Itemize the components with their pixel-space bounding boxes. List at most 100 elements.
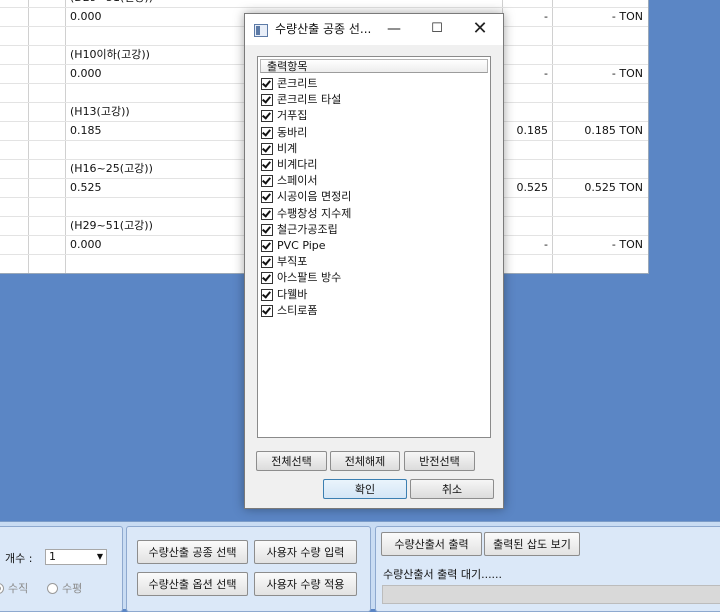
progress-bar — [382, 585, 720, 604]
checkbox-checked-icon[interactable] — [261, 126, 273, 139]
checkbox-checked-icon[interactable] — [261, 223, 273, 236]
checkbox-checked-icon[interactable] — [261, 175, 273, 188]
radio-vertical[interactable]: 수직 — [0, 580, 28, 596]
status-text: 수량산출서 출력 대기...... — [383, 568, 503, 581]
table-cell-qty: - — [544, 10, 548, 23]
checkbox-checked-icon[interactable] — [261, 159, 273, 172]
list-item-label: 비계 — [277, 141, 298, 155]
table-cell-total: - TON — [611, 67, 643, 80]
list-item[interactable]: 거푸집 — [261, 108, 351, 124]
list-item[interactable]: 콘크리트 타설 — [261, 92, 351, 108]
list-item-label: 거푸집 — [277, 109, 308, 123]
user-quantity-apply-button[interactable]: 사용자 수량 적용 — [254, 572, 357, 596]
list-item[interactable]: 철근가공조립 — [261, 222, 351, 238]
list-item[interactable]: 비계다리 — [261, 157, 351, 173]
table-cell-total: 0.185 TON — [584, 124, 643, 137]
select-all-button[interactable]: 전체선택 — [256, 451, 327, 471]
table-cell-value: (H13(고강)) — [70, 105, 130, 118]
checkbox-checked-icon[interactable] — [261, 272, 273, 285]
item-select-dialog: 수량산출 공종 선... — ☐ ✕ 출력항목 콘크리트콘크리트 타설거푸집동바… — [244, 13, 504, 509]
checkbox-checked-icon[interactable] — [261, 304, 273, 317]
radio-vertical-label: 수직 — [8, 582, 29, 595]
list-item[interactable]: 시공이음 면정리 — [261, 189, 351, 205]
table-cell-qty: 0.525 — [516, 181, 549, 194]
print-report-button[interactable]: 수량산출서 출력 — [381, 532, 482, 556]
app-icon — [254, 24, 268, 37]
list-item[interactable]: 다웰바 — [261, 286, 351, 302]
table-cell-value: 0.000 — [70, 10, 102, 23]
ok-button[interactable]: 확인 — [323, 479, 407, 499]
count-label: 개수 : — [5, 552, 33, 565]
dialog-titlebar[interactable]: 수량산출 공종 선... — ☐ ✕ — [245, 14, 503, 45]
user-quantity-input-button[interactable]: 사용자 수량 입력 — [254, 540, 357, 564]
list-header[interactable]: 출력항목 — [260, 59, 488, 73]
list-item-label: 스페이서 — [277, 174, 318, 188]
checkbox-checked-icon[interactable] — [261, 288, 273, 301]
count-dropdown[interactable]: 1 ▼ — [45, 549, 107, 565]
list-item-label: 비계다리 — [277, 158, 318, 172]
table-cell-qty: - — [544, 238, 548, 251]
option-select-button[interactable]: 수량산출 옵션 선택 — [137, 572, 248, 596]
checkbox-checked-icon[interactable] — [261, 256, 273, 269]
item-select-button[interactable]: 수량산출 공종 선택 — [137, 540, 248, 564]
list-item-label: 다웰바 — [277, 287, 308, 301]
radio-dot-icon — [47, 582, 58, 594]
list-item-label: 시공이음 면정리 — [277, 190, 352, 204]
count-value: 1 — [49, 550, 56, 563]
maximize-icon[interactable]: ☐ — [416, 14, 458, 45]
table-cell-total: - TON — [611, 10, 643, 23]
list-item[interactable]: 콘크리트 — [261, 76, 351, 92]
list-item[interactable]: PVC Pipe — [261, 238, 351, 254]
chevron-down-icon: ▼ — [96, 552, 103, 561]
checkbox-checked-icon[interactable] — [261, 191, 273, 204]
table-cell-value: 0.000 — [70, 67, 102, 80]
table-cell-value: 0.525 — [70, 181, 102, 194]
list-item[interactable]: 동바리 — [261, 125, 351, 141]
list-item[interactable]: 비계 — [261, 141, 351, 157]
radio-dot-icon — [0, 582, 4, 594]
checkbox-checked-icon[interactable] — [261, 142, 273, 155]
list-item-label: 철근가공조립 — [277, 222, 338, 236]
checkbox-checked-icon[interactable] — [261, 239, 273, 252]
table-cell-value: 0.185 — [70, 124, 102, 137]
table-cell-qty: - — [544, 67, 548, 80]
table-cell-value: (D29~51(전강)) — [70, 0, 153, 7]
list-item-label: 수팽창성 지수제 — [277, 206, 352, 220]
table-cell-qty: 0.185 — [516, 124, 549, 137]
minimize-icon[interactable]: — — [373, 14, 415, 45]
list-item[interactable]: 아스팔트 방수 — [261, 270, 351, 286]
list-item-label: PVC Pipe — [277, 238, 326, 252]
list-item[interactable]: 스페이서 — [261, 173, 351, 189]
bottom-toolbar: 개수 : 1 ▼ 수직 수평 수량산출 공종 선택 수량산출 옵션 선택 사용자… — [0, 521, 720, 612]
table-cell-total: 0.525 TON — [584, 181, 643, 194]
radio-horizontal-label: 수평 — [62, 582, 83, 595]
table-cell-total: - TON — [611, 238, 643, 251]
list-item[interactable]: 스티로폼 — [261, 303, 351, 319]
deselect-all-button[interactable]: 전체해제 — [330, 451, 400, 471]
print-group: 수량산출서 출력 출력된 삽도 보기 수량산출서 출력 대기...... — [375, 526, 720, 612]
output-item-list[interactable]: 출력항목 콘크리트콘크리트 타설거푸집동바리비계비계다리스페이서시공이음 면정리… — [257, 56, 491, 438]
close-icon[interactable]: ✕ — [459, 14, 501, 45]
list-item[interactable]: 수팽창성 지수제 — [261, 206, 351, 222]
table-cell-value: (H16~25(고강)) — [70, 162, 153, 175]
dialog-title: 수량산출 공종 선... — [275, 22, 372, 36]
list-item-label: 아스팔트 방수 — [277, 271, 342, 285]
radio-horizontal[interactable]: 수평 — [47, 580, 82, 596]
list-item-label: 콘크리트 — [277, 77, 318, 91]
list-item-label: 동바리 — [277, 125, 308, 139]
checkbox-checked-icon[interactable] — [261, 94, 273, 107]
list-item-label: 스티로폼 — [277, 303, 318, 317]
list-item-label: 콘크리트 타설 — [277, 93, 342, 107]
checkbox-checked-icon[interactable] — [261, 110, 273, 123]
view-printed-figures-button[interactable]: 출력된 삽도 보기 — [484, 532, 580, 556]
table-cell-value: (H10이하(고강)) — [70, 48, 150, 61]
checkbox-checked-icon[interactable] — [261, 78, 273, 91]
list-item[interactable]: 부직포 — [261, 254, 351, 270]
table-cell-value: 0.000 — [70, 238, 102, 251]
table-cell-value: (H29~51(고강)) — [70, 219, 153, 232]
cancel-button[interactable]: 취소 — [410, 479, 494, 499]
list-item-label: 부직포 — [277, 255, 308, 269]
count-group: 개수 : 1 ▼ 수직 수평 — [0, 526, 123, 612]
invert-selection-button[interactable]: 반전선택 — [404, 451, 475, 471]
checkbox-checked-icon[interactable] — [261, 207, 273, 220]
